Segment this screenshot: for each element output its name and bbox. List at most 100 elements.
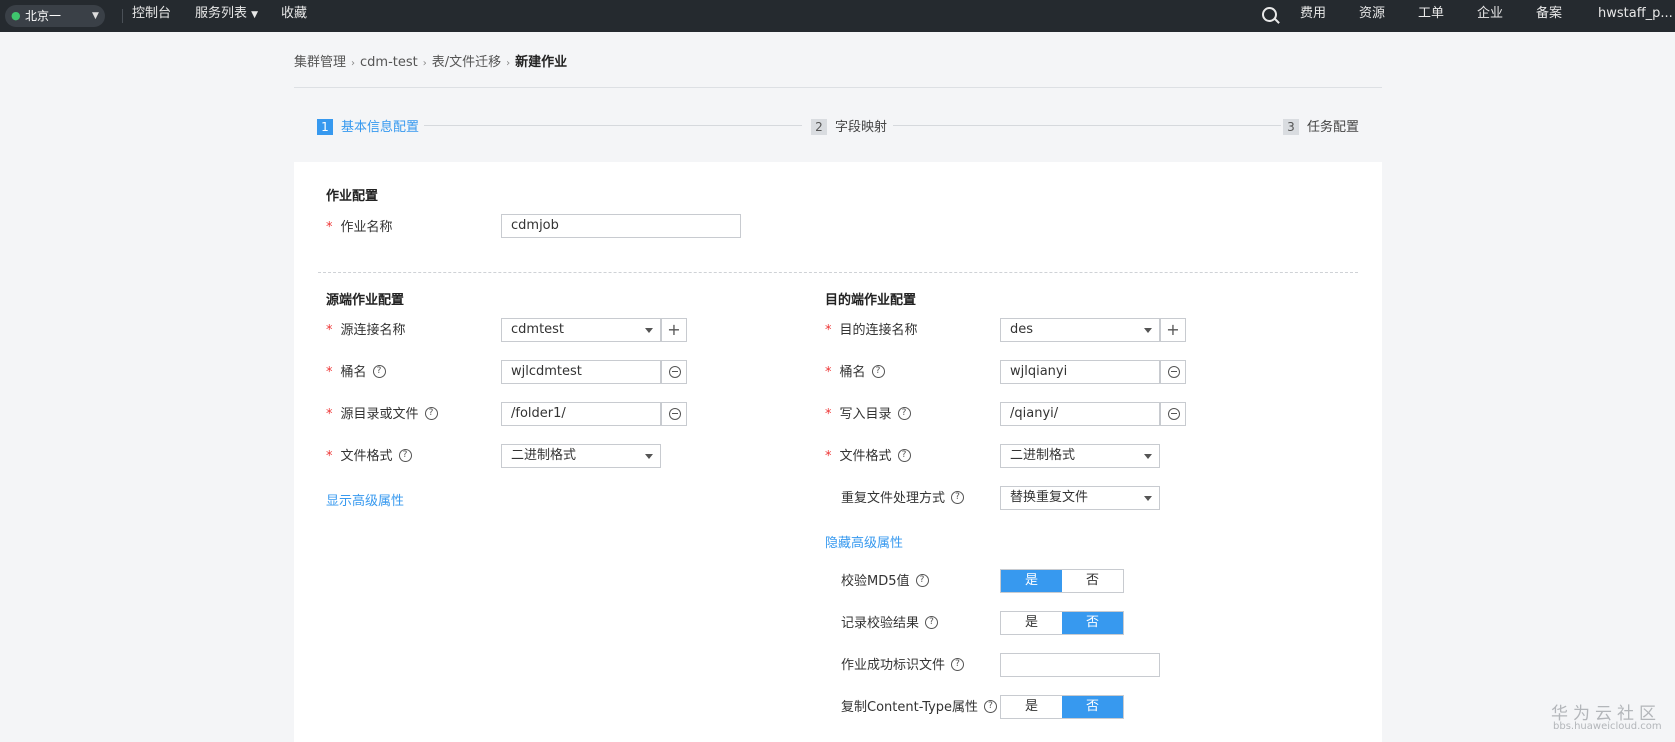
source-format-label: * 文件格式? (326, 449, 412, 465)
add-source-connection-button[interactable]: + (661, 318, 687, 342)
dest-dir-input[interactable]: /qianyi/ (1000, 402, 1160, 426)
step-connector (893, 125, 1281, 126)
caret-down-icon (1144, 496, 1152, 501)
source-format-value: 二进制格式 (511, 448, 577, 463)
dest-format-label: * 文件格式? (825, 449, 911, 465)
dest-dup-select[interactable]: 替换重复文件 (1000, 486, 1160, 510)
help-icon[interactable]: ? (871, 365, 885, 378)
job-name-label: * 作业名称 (326, 220, 393, 236)
dest-bucket-browse-button[interactable] (1160, 360, 1186, 384)
content-type-no-option[interactable]: 否 (1062, 696, 1123, 718)
dest-dir-browse-button[interactable] (1160, 402, 1186, 426)
nav-console[interactable]: 控制台 (132, 0, 171, 28)
required-marker: * (326, 220, 333, 235)
md5-yes-option[interactable]: 是 (1001, 570, 1062, 592)
source-conn-label-text: 源连接名称 (340, 323, 406, 338)
help-icon[interactable]: ? (984, 700, 998, 713)
required-marker: * (326, 323, 333, 338)
search-icon[interactable] (1262, 7, 1277, 22)
nav-enterprise[interactable]: 企业 (1477, 0, 1503, 28)
nav-icp[interactable]: 备案 (1536, 0, 1562, 28)
help-icon[interactable]: ? (424, 407, 438, 420)
region-selector[interactable]: ● 北京一 ▼ (5, 5, 105, 27)
source-dir-label: * 源目录或文件? (326, 407, 438, 423)
md5-no-option[interactable]: 否 (1062, 570, 1123, 592)
caret-down-icon (1144, 454, 1152, 459)
top-bar: ● 北京一 ▼ 控制台 服务列表 ▼ 收藏 费用 资源 工单 企业 备案 hws… (0, 0, 1675, 32)
watermark-url: bbs.huaweicloud.com (1553, 721, 1662, 732)
breadcrumb-current: 新建作业 (515, 55, 568, 70)
help-icon[interactable]: ? (925, 616, 939, 629)
record-label-text: 记录校验结果 (841, 616, 920, 631)
dest-format-select[interactable]: 二进制格式 (1000, 444, 1160, 468)
dest-dir-label: * 写入目录? (825, 407, 911, 423)
breadcrumb-cluster[interactable]: 集群管理 (294, 55, 346, 70)
caret-down-icon (645, 454, 653, 459)
dest-format-label-text: 文件格式 (839, 449, 892, 464)
dest-bucket-input[interactable]: wjlqianyi (1000, 360, 1160, 384)
dest-format-value: 二进制格式 (1010, 448, 1076, 463)
step-field-mapping: 2 字段映射 (811, 116, 887, 135)
job-name-input[interactable]: cdmjob (501, 214, 741, 238)
nav-tickets[interactable]: 工单 (1418, 0, 1444, 28)
source-format-select[interactable]: 二进制格式 (501, 444, 661, 468)
content-type-yes-option[interactable]: 是 (1001, 696, 1062, 718)
source-conn-label: * 源连接名称 (326, 323, 406, 339)
nav-billing[interactable]: 费用 (1300, 0, 1326, 28)
job-name-label-text: 作业名称 (340, 220, 393, 235)
step-label: 字段映射 (835, 120, 888, 135)
step-basic-info: 1 基本信息配置 (317, 116, 419, 135)
help-icon[interactable]: ? (372, 365, 386, 378)
breadcrumb-cdm-test[interactable]: cdm-test (360, 55, 418, 70)
chevron-right-icon: › (422, 58, 427, 69)
nav-service-list[interactable]: 服务列表 ▼ (195, 0, 258, 29)
help-icon[interactable]: ? (897, 449, 911, 462)
help-icon[interactable]: ? (398, 449, 412, 462)
user-menu[interactable]: hwstaff_p... (1598, 0, 1673, 28)
minus-circle-icon (669, 408, 681, 420)
dest-connection-select[interactable]: des (1000, 318, 1160, 342)
source-dir-browse-button[interactable] (661, 402, 687, 426)
content-type-label-text: 复制Content-Type属性 (841, 700, 979, 715)
md5-label-text: 校验MD5值 (841, 574, 910, 589)
add-dest-connection-button[interactable]: + (1160, 318, 1186, 342)
md5-label: 校验MD5值? (841, 574, 929, 590)
region-label: 北京一 (25, 9, 62, 23)
step-label: 基本信息配置 (341, 120, 420, 135)
step-number: 3 (1283, 119, 1299, 135)
source-bucket-label: * 桶名? (326, 365, 386, 381)
dest-bucket-label-text: 桶名 (839, 365, 866, 380)
help-icon[interactable]: ? (897, 407, 911, 420)
divider (318, 272, 1358, 273)
breadcrumb-migration[interactable]: 表/文件迁移 (432, 55, 501, 70)
content-type-toggle: 是 否 (1000, 695, 1124, 719)
chevron-right-icon: › (506, 58, 511, 69)
step-task-config: 3 任务配置 (1283, 116, 1359, 135)
show-advanced-link[interactable]: 显示高级属性 (326, 490, 404, 509)
help-icon[interactable]: ? (951, 491, 965, 504)
record-label: 记录校验结果? (841, 616, 939, 632)
step-number: 1 (317, 119, 333, 135)
chevron-right-icon: › (351, 58, 356, 69)
record-toggle: 是 否 (1000, 611, 1124, 635)
md5-toggle: 是 否 (1000, 569, 1124, 593)
flag-file-label: 作业成功标识文件? (841, 658, 965, 674)
caret-down-icon (1144, 328, 1152, 333)
source-dir-input[interactable]: /folder1/ (501, 402, 661, 426)
required-marker: * (825, 407, 832, 422)
flag-file-input[interactable] (1000, 653, 1160, 677)
caret-down-icon (645, 328, 653, 333)
source-connection-select[interactable]: cdmtest (501, 318, 661, 342)
hide-advanced-link[interactable]: 隐藏高级属性 (825, 532, 903, 551)
nav-favorites[interactable]: 收藏 (281, 0, 307, 28)
nav-resources[interactable]: 资源 (1359, 0, 1385, 28)
help-icon[interactable]: ? (951, 658, 965, 671)
record-yes-option[interactable]: 是 (1001, 612, 1062, 634)
required-marker: * (326, 449, 333, 464)
minus-circle-icon (1168, 408, 1180, 420)
dest-bucket-label: * 桶名? (825, 365, 885, 381)
source-bucket-input[interactable]: wjlcdmtest (501, 360, 661, 384)
help-icon[interactable]: ? (915, 574, 929, 587)
source-bucket-browse-button[interactable] (661, 360, 687, 384)
record-no-option[interactable]: 否 (1062, 612, 1123, 634)
